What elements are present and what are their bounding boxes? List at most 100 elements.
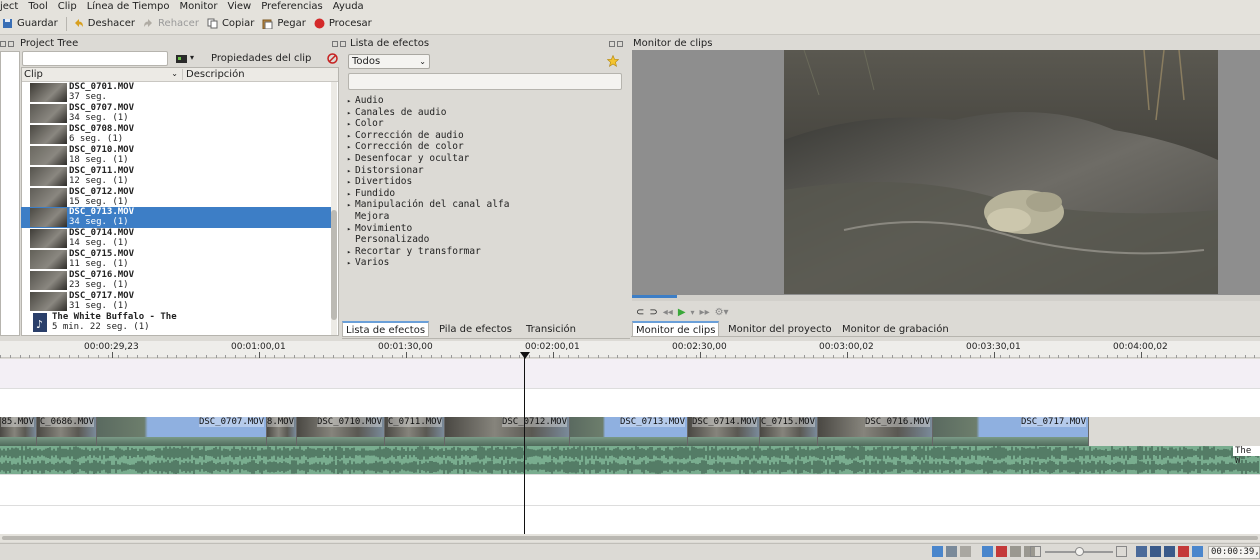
delete-clip-icon[interactable]: [327, 53, 338, 64]
thumbnails-icon[interactable]: [996, 546, 1007, 557]
clip-monitor-screen[interactable]: [632, 50, 1260, 295]
tab-effects-stack[interactable]: Pila de efectos: [435, 321, 516, 337]
timeline-video-clip[interactable]: DSC_0710.MOV: [297, 417, 385, 446]
zoom-in-icon[interactable]: [1116, 546, 1127, 557]
timeline-playhead[interactable]: [524, 352, 525, 534]
tab-clip-monitor[interactable]: Monitor de clips: [632, 321, 720, 337]
clip-item[interactable]: DSC_0701.MOV 37 seg.: [30, 82, 331, 103]
clip-item[interactable]: DSC_0707.MOV 34 seg. (1): [30, 103, 331, 124]
effect-category[interactable]: ▸ Movimiento: [347, 223, 622, 235]
snap-icon[interactable]: [982, 546, 993, 557]
timeline-video-clip[interactable]: DSC_0714.MOV: [688, 417, 760, 446]
column-description[interactable]: Descripción: [182, 69, 245, 80]
spacer-tool-icon[interactable]: [960, 546, 971, 557]
dock-float-icon[interactable]: [609, 40, 615, 47]
timecode-display[interactable]: 00:00:39,0: [1208, 546, 1260, 559]
column-clip[interactable]: Clip ⌄: [22, 69, 182, 80]
tab-record-monitor[interactable]: Monitor de grabación: [838, 321, 953, 337]
clip-item[interactable]: DSC_0716.MOV 23 seg. (1): [30, 270, 331, 291]
effect-category[interactable]: ▸ Corrección de audio: [347, 130, 622, 142]
timeline-video-clip[interactable]: 85.MOV: [0, 417, 37, 446]
project-search-input[interactable]: [22, 51, 168, 66]
effect-category[interactable]: ▸ Divertidos: [347, 176, 622, 188]
clip-item[interactable]: DSC_0712.MOV 15 seg. (1): [30, 187, 331, 208]
timeline-video-clip[interactable]: C_0711.MOV: [385, 417, 445, 446]
zoom-out-icon[interactable]: [1030, 546, 1041, 557]
add-clip-icon[interactable]: [176, 53, 187, 64]
settings-icon[interactable]: ⚙▾: [715, 307, 729, 318]
effect-category[interactable]: ▸ Recortar y transformar: [347, 246, 622, 258]
menu-monitor[interactable]: Monitor: [179, 1, 217, 12]
tab-effects-list[interactable]: Lista de efectos: [342, 321, 430, 337]
set-zone-in-icon[interactable]: ⊂: [636, 307, 644, 318]
clip-item[interactable]: DSC_0710.MOV 18 seg. (1): [30, 145, 331, 166]
effects-search-input[interactable]: [348, 73, 622, 90]
timeline-video-clip[interactable]: DSC_0713.MOV: [570, 417, 688, 446]
menu-help[interactable]: Ayuda: [333, 1, 364, 12]
menu-clip[interactable]: Clip: [58, 1, 77, 12]
dock-close-icon[interactable]: [8, 40, 14, 47]
timeline-video-clip[interactable]: DSC_0717.MOV: [933, 417, 1089, 446]
clip-item[interactable]: DSC_0714.MOV 14 seg. (1): [30, 228, 331, 249]
clip-item[interactable]: DSC_0715.MOV 11 seg. (1): [30, 249, 331, 270]
chevron-down-icon[interactable]: ▾: [691, 308, 695, 317]
menu-view[interactable]: View: [227, 1, 251, 12]
menu-timeline[interactable]: Línea de Tiempo: [87, 1, 170, 12]
effect-category[interactable]: ▸ Distorsionar: [347, 165, 622, 177]
effect-category[interactable]: Mejora: [347, 211, 622, 223]
play-icon[interactable]: ▶: [678, 307, 686, 318]
split-view-icon[interactable]: [1136, 546, 1147, 557]
menu-project[interactable]: ject: [0, 1, 18, 12]
effect-category[interactable]: ▸ Audio: [347, 95, 622, 107]
zoom-slider[interactable]: [1045, 547, 1113, 556]
render-button[interactable]: Procesar: [314, 14, 372, 34]
effect-category[interactable]: ▸ Canales de audio: [347, 107, 622, 119]
timeline-video-clip[interactable]: DSC_0712.MOV: [445, 417, 570, 446]
selection-tool-icon[interactable]: [932, 546, 943, 557]
monitor-view-icon[interactable]: [1150, 546, 1161, 557]
fullscreen-view-icon[interactable]: [1164, 546, 1175, 557]
menu-tool[interactable]: Tool: [28, 1, 47, 12]
scrollbar-thumb[interactable]: [331, 210, 337, 320]
video-track-empty[interactable]: [0, 359, 1260, 389]
save-button[interactable]: Guardar: [2, 14, 58, 34]
timeline-hscrollbar[interactable]: [0, 534, 1260, 542]
dock-float-icon[interactable]: [332, 40, 338, 47]
timeline-video-clip[interactable]: C_0686.MOV: [37, 417, 97, 446]
forward-icon[interactable]: ▸▸: [700, 307, 710, 318]
set-zone-out-icon[interactable]: ⊃: [649, 307, 657, 318]
clip-item[interactable]: DSC_0713.MOV 34 seg. (1): [30, 207, 331, 229]
monitor-timeline-bar[interactable]: [632, 295, 1260, 301]
effect-category[interactable]: Personalizado: [347, 234, 622, 246]
rewind-icon[interactable]: ◂◂: [663, 307, 673, 318]
effect-category[interactable]: ▸ Varios: [347, 257, 622, 269]
paste-button[interactable]: Pegar: [262, 14, 306, 34]
project-scrollbar[interactable]: [331, 82, 337, 335]
effects-filter-select[interactable]: Todos ⌄: [348, 54, 430, 69]
clip-item[interactable]: DSC_0711.MOV 12 seg. (1): [30, 166, 331, 187]
timeline-empty-area[interactable]: [0, 506, 1260, 534]
video-track-gap[interactable]: [0, 389, 1260, 417]
redo-button[interactable]: Rehacer: [143, 14, 199, 34]
chevron-down-icon[interactable]: ▾: [190, 53, 194, 62]
clip-item[interactable]: DSC_0708.MOV 6 seg. (1): [30, 124, 331, 145]
effect-category[interactable]: ▸ Desenfocar y ocultar: [347, 153, 622, 165]
audio-track-clip[interactable]: The W: [0, 446, 1260, 474]
dock-close-icon[interactable]: [617, 40, 623, 47]
zoom-slider-handle[interactable]: [1075, 547, 1084, 556]
razor-tool-icon[interactable]: [946, 546, 957, 557]
effect-category[interactable]: ▸ Corrección de color: [347, 141, 622, 153]
clip-properties-button[interactable]: Propiedades del clip: [211, 53, 311, 64]
clip-item[interactable]: DSC_0717.MOV 31 seg. (1): [30, 291, 331, 312]
effect-category[interactable]: ▸ Color: [347, 118, 622, 130]
effect-category[interactable]: ▸ Manipulación del canal alfa: [347, 199, 622, 211]
favorite-star-icon[interactable]: [606, 54, 620, 67]
timeline-ruler[interactable]: 00:00:29,23 00:01:00,01 00:01:30,00 00:02:0…: [0, 341, 1260, 358]
playhead-marker-icon[interactable]: [520, 352, 530, 359]
menu-preferences[interactable]: Preferencias: [261, 1, 323, 12]
timeline-video-clip[interactable]: DSC_0716.MOV: [818, 417, 933, 446]
waveform-icon[interactable]: [1010, 546, 1021, 557]
timeline-video-clip[interactable]: DSC_0707.MOV: [97, 417, 267, 446]
audio-clip-item[interactable]: ♪ The White Buffalo - The 5 min. 22 seg.…: [30, 312, 330, 334]
effect-category[interactable]: ▸ Fundido: [347, 188, 622, 200]
